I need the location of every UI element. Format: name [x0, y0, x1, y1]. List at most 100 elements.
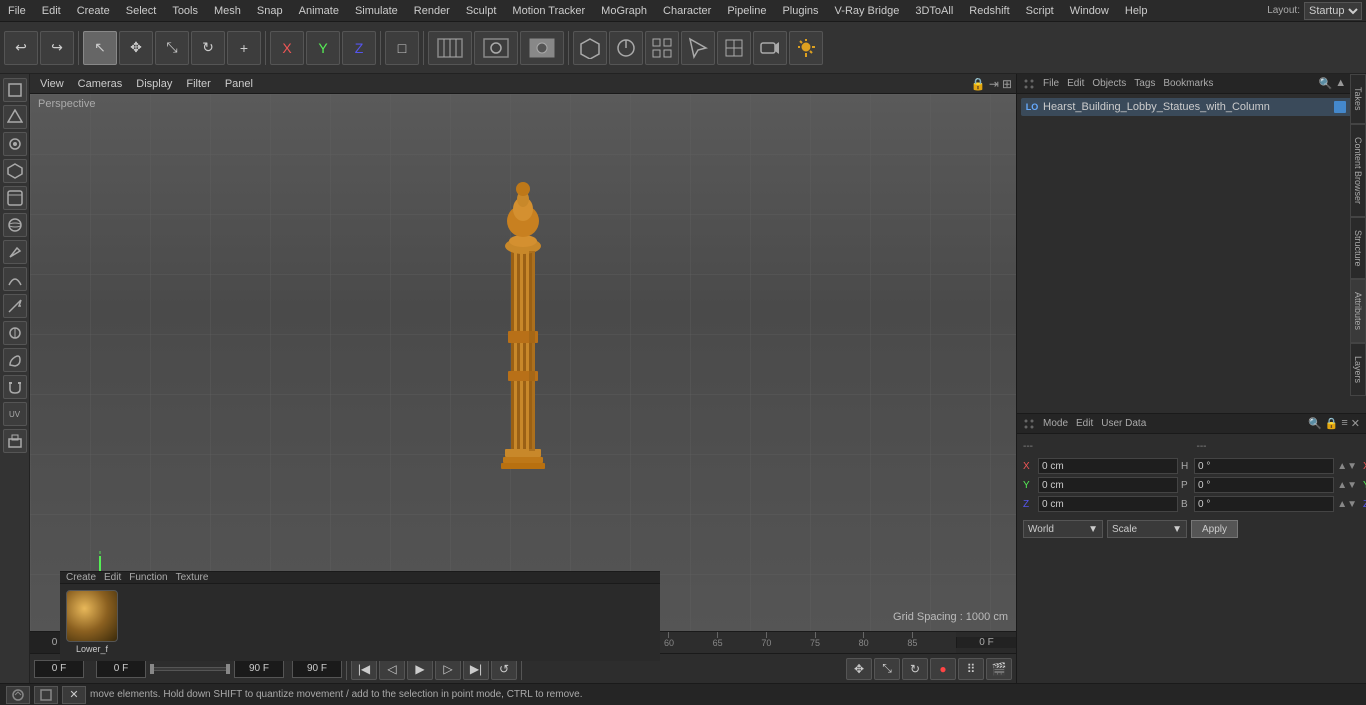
tool-magnet[interactable]	[3, 375, 27, 399]
menu-mograph[interactable]: MoGraph	[593, 3, 655, 19]
attr-userdata-button[interactable]: User Data	[1101, 418, 1146, 429]
move-tool-button[interactable]: ✥	[119, 31, 153, 65]
pb-record-button[interactable]: ●	[930, 658, 956, 680]
attr-lock-icon[interactable]: 🔒	[1325, 417, 1339, 430]
pb-scale-tool-right[interactable]: ⤡	[874, 658, 900, 680]
om-up-icon[interactable]: ▲	[1335, 77, 1346, 90]
status-left-icon-1[interactable]	[6, 686, 30, 704]
tool-knife[interactable]	[3, 294, 27, 318]
attr-menu-icon[interactable]: ≡	[1341, 417, 1347, 430]
world-dropdown[interactable]: World ▼	[1023, 520, 1103, 538]
viewport[interactable]: Perspective Grid Spacing : 1000 cm	[30, 94, 1016, 631]
menu-window[interactable]: Window	[1062, 3, 1117, 19]
om-file-button[interactable]: File	[1043, 78, 1059, 89]
scale-dropdown[interactable]: Scale ▼	[1107, 520, 1187, 538]
menu-motion-tracker[interactable]: Motion Tracker	[504, 3, 593, 19]
axis-z-button[interactable]: Z	[342, 31, 376, 65]
tool-object-mode[interactable]	[3, 159, 27, 183]
tool-texture-paint[interactable]	[3, 429, 27, 453]
pb-end-frame-input[interactable]	[234, 660, 284, 678]
scale-tool-button[interactable]: ⤡	[155, 31, 189, 65]
attr-search-icon[interactable]: 🔍	[1308, 417, 1322, 430]
tab-content-browser[interactable]: Content Browser	[1350, 124, 1366, 217]
transform-tool-button[interactable]: +	[227, 31, 261, 65]
menu-sculpt[interactable]: Sculpt	[458, 3, 505, 19]
attr-mode-button[interactable]: Mode	[1043, 418, 1068, 429]
menu-vray[interactable]: V-Ray Bridge	[827, 3, 908, 19]
menu-tools[interactable]: Tools	[164, 3, 206, 19]
menu-snap[interactable]: Snap	[249, 3, 291, 19]
select-mode-button[interactable]	[681, 31, 715, 65]
layout-dropdown[interactable]: Startup	[1304, 2, 1362, 20]
pb-dots-button[interactable]: ⠿	[958, 658, 984, 680]
vp-menu-filter[interactable]: Filter	[180, 77, 216, 91]
cube-view-button[interactable]	[573, 31, 607, 65]
menu-mesh[interactable]: Mesh	[206, 3, 249, 19]
menu-redshift[interactable]: Redshift	[961, 3, 1017, 19]
menu-3dtall[interactable]: 3DToAll	[907, 3, 961, 19]
pb-current-frame-input[interactable]	[34, 660, 84, 678]
menu-render[interactable]: Render	[406, 3, 458, 19]
coord-p-input[interactable]	[1194, 477, 1334, 493]
pb-range-handle-right[interactable]	[226, 664, 230, 674]
render-view-button[interactable]	[474, 31, 518, 65]
vp-menu-panel[interactable]: Panel	[219, 77, 259, 91]
mat-function-button[interactable]: Function	[129, 572, 167, 583]
om-tags-button[interactable]: Tags	[1134, 78, 1155, 89]
tab-structure[interactable]: Structure	[1350, 217, 1366, 280]
redo-button[interactable]: ↪	[40, 31, 74, 65]
menu-plugins[interactable]: Plugins	[774, 3, 826, 19]
tool-polygon[interactable]	[3, 78, 27, 102]
paint-button[interactable]	[609, 31, 643, 65]
attr-edit-button[interactable]: Edit	[1076, 418, 1093, 429]
tab-takes[interactable]: Takes	[1350, 74, 1366, 124]
pb-rotate-tool-right[interactable]: ↻	[902, 658, 928, 680]
coord-h-input[interactable]	[1194, 458, 1334, 474]
vp-menu-display[interactable]: Display	[130, 77, 178, 91]
rotate-tool-button[interactable]: ↻	[191, 31, 225, 65]
grid-button[interactable]	[645, 31, 679, 65]
pb-end-frame-input2[interactable]	[292, 660, 342, 678]
tool-edge[interactable]	[3, 105, 27, 129]
apply-button[interactable]: Apply	[1191, 520, 1238, 538]
menu-create[interactable]: Create	[69, 3, 118, 19]
mat-edit-button[interactable]: Edit	[104, 572, 121, 583]
tool-point[interactable]	[3, 132, 27, 156]
coord-z-input[interactable]	[1038, 496, 1178, 512]
object-button[interactable]: □	[385, 31, 419, 65]
coord-b-input[interactable]	[1194, 496, 1334, 512]
camera-button[interactable]	[753, 31, 787, 65]
render-output-button[interactable]	[520, 31, 564, 65]
menu-animate[interactable]: Animate	[291, 3, 347, 19]
menu-select[interactable]: Select	[118, 3, 165, 19]
mat-create-button[interactable]: Create	[66, 572, 96, 583]
menu-edit[interactable]: Edit	[34, 3, 69, 19]
render-region-button[interactable]	[428, 31, 472, 65]
tool-sculpt[interactable]	[3, 267, 27, 291]
tool-brush[interactable]	[3, 240, 27, 264]
tool-surface[interactable]	[3, 213, 27, 237]
undo-button[interactable]: ↩	[4, 31, 38, 65]
om-search-icon[interactable]: 🔍	[1319, 77, 1333, 90]
menu-simulate[interactable]: Simulate	[347, 3, 406, 19]
tool-uv[interactable]: UV	[3, 402, 27, 426]
tool-pen[interactable]	[3, 348, 27, 372]
light-button[interactable]	[789, 31, 823, 65]
pb-film-button[interactable]: 🎬	[986, 658, 1012, 680]
vp-menu-cameras[interactable]: Cameras	[72, 77, 129, 91]
axis-y-button[interactable]: Y	[306, 31, 340, 65]
vp-icon-move[interactable]: ⇥	[989, 77, 999, 91]
axis-x-button[interactable]: X	[270, 31, 304, 65]
om-edit-button[interactable]: Edit	[1067, 78, 1084, 89]
tab-layers[interactable]: Layers	[1350, 343, 1366, 396]
texture-button[interactable]	[717, 31, 751, 65]
pb-range-handle-left[interactable]	[150, 664, 154, 674]
menu-character[interactable]: Character	[655, 3, 719, 19]
pb-start-frame-input[interactable]	[96, 660, 146, 678]
menu-file[interactable]: File	[0, 3, 34, 19]
mat-texture-button[interactable]: Texture	[176, 572, 209, 583]
om-objects-button[interactable]: Objects	[1092, 78, 1126, 89]
menu-pipeline[interactable]: Pipeline	[719, 3, 774, 19]
om-bookmarks-button[interactable]: Bookmarks	[1163, 78, 1213, 89]
status-left-icon-3[interactable]: ✕	[62, 686, 86, 704]
